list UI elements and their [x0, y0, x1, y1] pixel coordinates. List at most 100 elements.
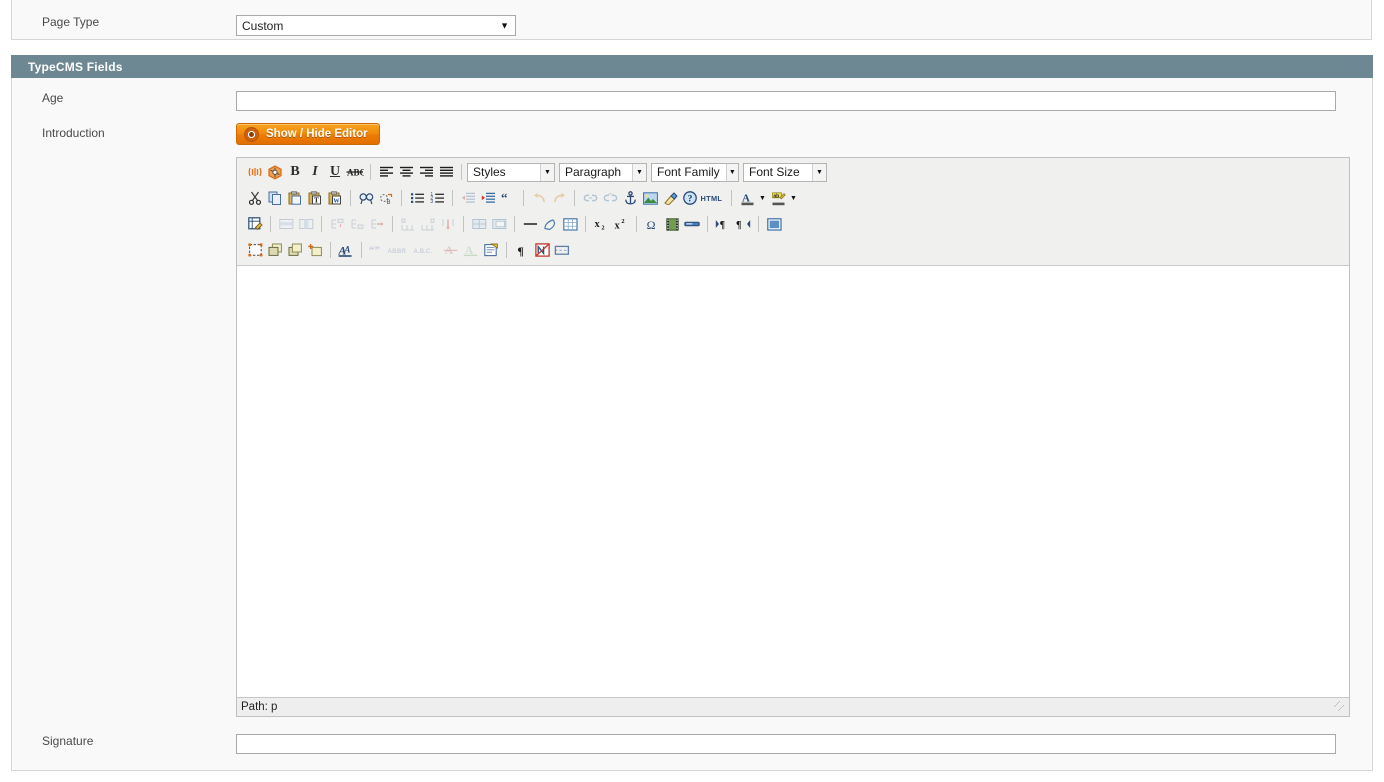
search-icon[interactable] — [356, 188, 376, 208]
svg-text:¶: ¶ — [517, 244, 523, 257]
blockquote-icon[interactable]: “ — [498, 188, 518, 208]
toolbar-separator — [401, 190, 402, 206]
table-props-icon[interactable] — [245, 214, 265, 234]
attribs-icon[interactable] — [481, 240, 501, 260]
copy-icon[interactable] — [265, 188, 285, 208]
chevron-down-icon: ▼ — [812, 163, 826, 181]
typecms-fields-panel: Age Introduction Show / Hide Editor B I … — [11, 78, 1373, 771]
underline-icon[interactable]: U — [325, 162, 345, 182]
styles-dropdown[interactable]: Styles ▼ — [467, 162, 555, 182]
font-size-dropdown[interactable]: Font Size ▼ — [743, 162, 827, 182]
row-props-icon — [276, 214, 296, 234]
svg-text:¶: ¶ — [720, 220, 725, 230]
insert-layer-icon[interactable] — [245, 240, 265, 260]
toolbar-separator — [574, 190, 575, 206]
resize-grip-handle[interactable] — [1334, 701, 1348, 715]
fullscreen-icon[interactable] — [764, 214, 784, 234]
paste-icon[interactable] — [285, 188, 305, 208]
invisible-elements-icon[interactable]: ¶ — [512, 240, 532, 260]
absolute-position-icon[interactable] — [305, 240, 325, 260]
move-backward-icon[interactable] — [285, 240, 305, 260]
font-family-dropdown[interactable]: Font Family ▼ — [651, 162, 739, 182]
toolbar-separator — [370, 164, 371, 180]
image-icon[interactable] — [640, 188, 660, 208]
html-source-icon[interactable]: HTML — [700, 188, 726, 208]
row-after-icon — [347, 214, 367, 234]
toolbar-separator — [350, 190, 351, 206]
page-type-label: Page Type — [42, 15, 100, 29]
indent-icon[interactable] — [478, 188, 498, 208]
svg-text:“”: “” — [369, 244, 380, 256]
forecolor-icon[interactable]: A — [737, 188, 757, 208]
rtl-icon[interactable]: ¶ — [733, 214, 753, 234]
bold-icon[interactable]: B — [285, 162, 305, 182]
signature-label: Signature — [42, 734, 94, 748]
paste-word-icon[interactable]: W — [325, 188, 345, 208]
toolbar-separator — [523, 190, 524, 206]
styleprops-icon[interactable]: AA — [336, 240, 356, 260]
charmap-icon[interactable]: Ω — [642, 214, 662, 234]
signature-input[interactable] — [236, 734, 1336, 754]
show-hide-editor-label: Show / Hide Editor — [266, 128, 368, 140]
editor-path-text: Path: p — [241, 701, 278, 713]
horizontal-rule-icon[interactable] — [520, 214, 540, 234]
age-label: Age — [42, 91, 64, 105]
cleanup-icon[interactable] — [660, 188, 680, 208]
row-before-icon — [327, 214, 347, 234]
strikethrough-icon[interactable]: ABC — [345, 162, 365, 182]
align-center-icon[interactable] — [396, 162, 416, 182]
nonbreaking-icon[interactable] — [532, 240, 552, 260]
toolbar-separator — [270, 216, 271, 232]
delete-row-icon — [367, 214, 387, 234]
visual-chars-icon[interactable] — [245, 162, 265, 182]
align-justify-icon[interactable] — [436, 162, 456, 182]
backcolor-picker-icon[interactable]: ▼ — [788, 188, 799, 208]
cut-icon[interactable] — [245, 188, 265, 208]
italic-icon[interactable]: I — [305, 162, 325, 182]
align-left-icon[interactable] — [376, 162, 396, 182]
backcolor-icon[interactable]: ab — [768, 188, 788, 208]
move-forward-icon[interactable] — [265, 240, 285, 260]
subscript-icon[interactable]: x2 — [591, 214, 611, 234]
pagebreak-icon[interactable] — [682, 214, 702, 234]
show-hide-editor-button[interactable]: Show / Hide Editor — [236, 123, 380, 145]
page-type-select[interactable]: Custom ▼ — [236, 15, 516, 36]
visual-blocks-icon[interactable] — [265, 162, 285, 182]
media-icon[interactable] — [662, 214, 682, 234]
col-after-icon — [418, 214, 438, 234]
paste-text-icon[interactable]: T — [305, 188, 325, 208]
pagebreak2-icon[interactable] — [552, 240, 572, 260]
chevron-down-icon: ▼ — [632, 163, 646, 181]
signature-row: Signature — [12, 717, 1372, 770]
format-dropdown[interactable]: Paragraph ▼ — [559, 162, 647, 182]
numlist-icon[interactable]: 123 — [427, 188, 447, 208]
remove-format-icon[interactable] — [540, 214, 560, 234]
anchor-icon[interactable] — [620, 188, 640, 208]
align-right-icon[interactable] — [416, 162, 436, 182]
forecolor-picker-icon[interactable]: ▼ — [757, 188, 768, 208]
svg-text:B: B — [386, 200, 390, 205]
acronym-icon: A.B.C. — [413, 240, 441, 260]
visual-aid-icon[interactable] — [560, 214, 580, 234]
signature-field — [236, 734, 1372, 754]
bullist-icon[interactable] — [407, 188, 427, 208]
split-cells-icon — [469, 214, 489, 234]
editor-content-area[interactable] — [237, 265, 1349, 697]
ltr-icon[interactable]: ¶ — [713, 214, 733, 234]
replace-icon[interactable]: B — [376, 188, 396, 208]
toolbar-separator — [731, 190, 732, 206]
delete-col-icon — [438, 214, 458, 234]
age-field — [236, 91, 1372, 111]
redo-icon — [549, 188, 569, 208]
svg-text:A.B.C.: A.B.C. — [414, 249, 433, 255]
svg-text:HTML: HTML — [701, 194, 723, 203]
age-input[interactable] — [236, 91, 1336, 111]
superscript-icon[interactable]: x2 — [611, 214, 631, 234]
svg-text:2: 2 — [601, 225, 604, 231]
svg-text:Ω: Ω — [647, 218, 656, 231]
page-type-selected-value: Custom — [242, 18, 284, 33]
tinymce-toolbars: B I U ABC Styles ▼ Paragraph ▼ Font Fami… — [237, 158, 1349, 265]
toolbar-separator — [707, 216, 708, 232]
help-icon[interactable]: ? — [680, 188, 700, 208]
svg-text:3: 3 — [430, 199, 433, 204]
